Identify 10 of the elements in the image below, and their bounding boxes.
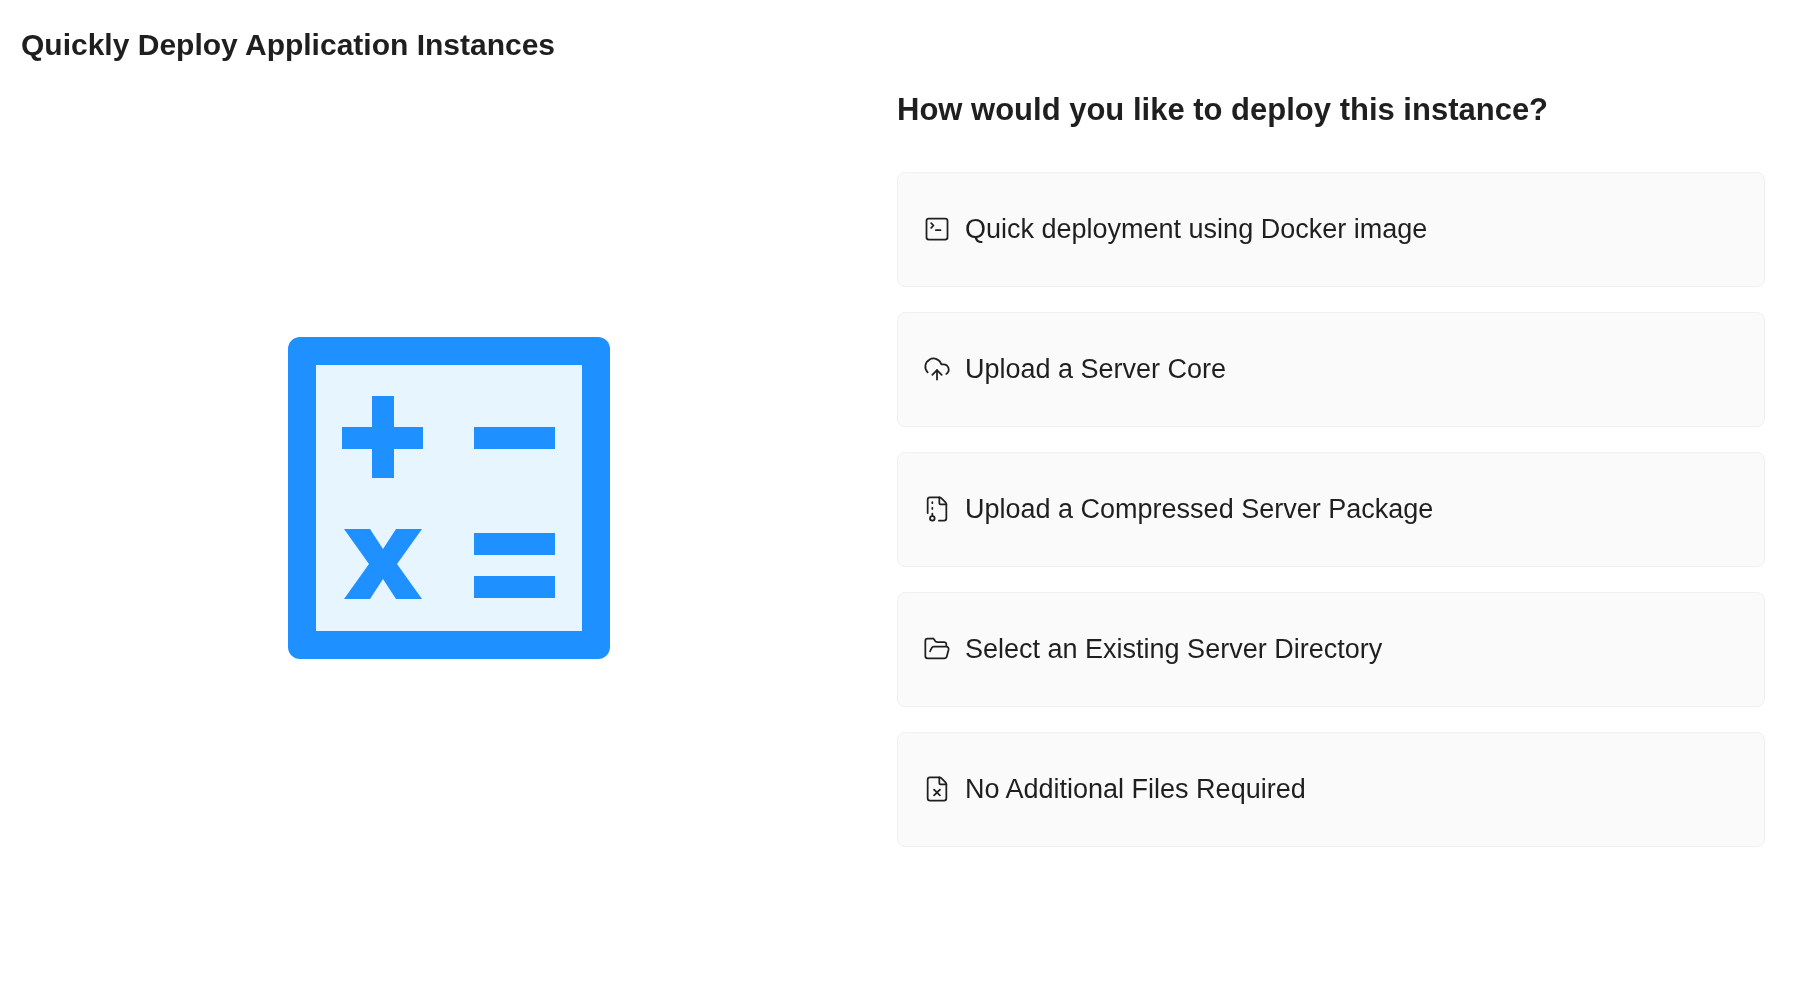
page-title: Quickly Deploy Application Instances xyxy=(21,27,556,63)
deploy-option[interactable]: Quick deployment using Docker image xyxy=(897,171,1765,287)
calculator-icon xyxy=(287,337,610,659)
deploy-option[interactable]: No Additional Files Required xyxy=(897,731,1765,847)
deploy-option[interactable]: Upload a Compressed Server Package xyxy=(897,451,1765,567)
cloud-upload-icon xyxy=(923,355,951,383)
question-heading: How would you like to deploy this instance? xyxy=(897,91,1550,129)
deploy-option[interactable]: Select an Existing Server Directory xyxy=(897,591,1765,707)
deploy-option[interactable]: Upload a Server Core xyxy=(897,311,1765,427)
terminal-icon xyxy=(923,215,951,243)
